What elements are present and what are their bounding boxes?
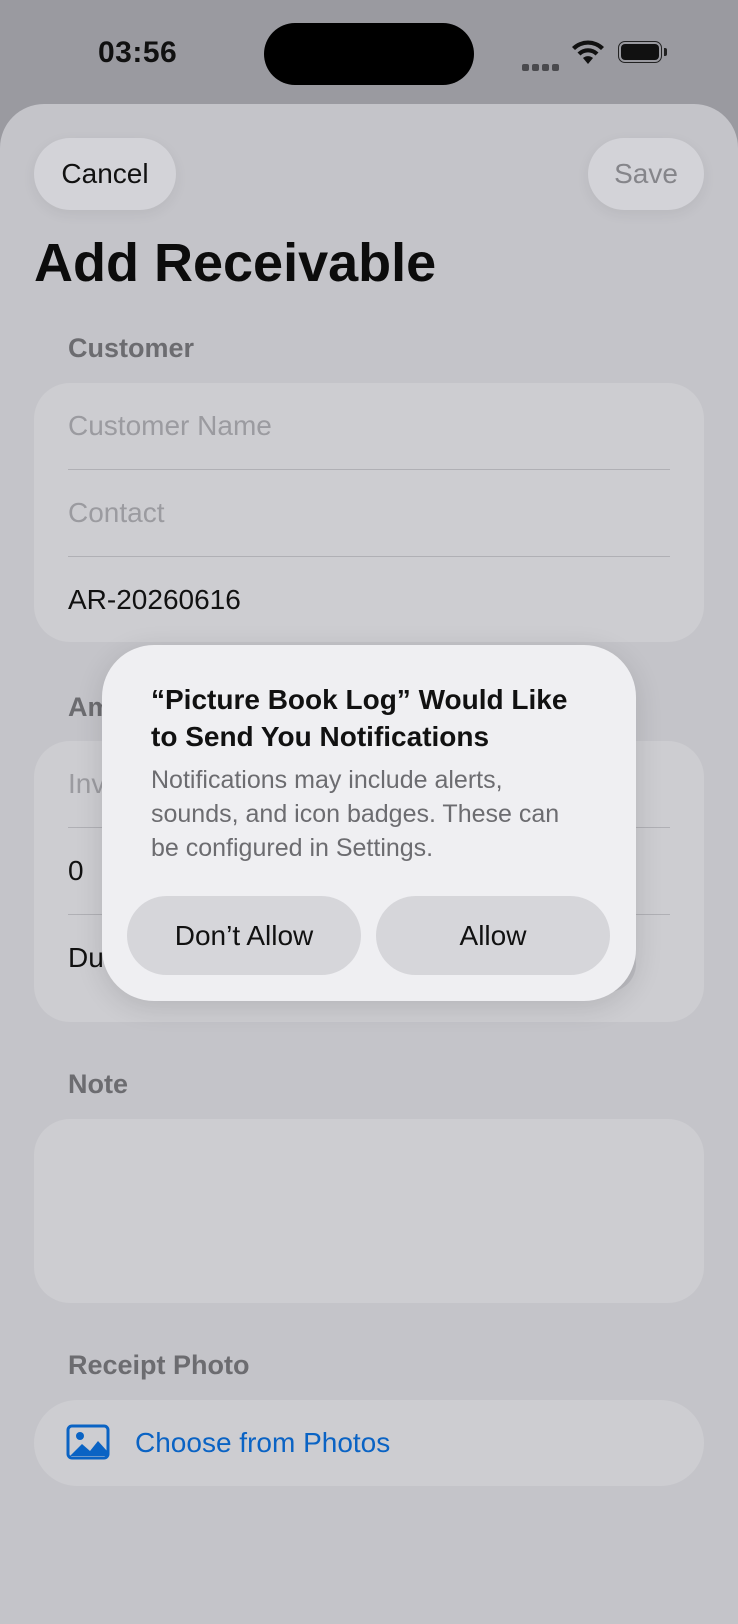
notification-permission-alert: “Picture Book Log” Would Like to Send Yo… xyxy=(102,645,636,1001)
wifi-icon xyxy=(572,40,604,64)
photo-icon xyxy=(66,1424,110,1460)
customer-name-field[interactable]: Customer Name xyxy=(68,383,670,470)
reference-field[interactable]: AR-20260616 xyxy=(68,557,670,643)
battery-icon xyxy=(618,41,668,65)
note-section-header: Note xyxy=(68,1069,128,1099)
alert-message: Notifications may include alerts, sounds… xyxy=(151,766,560,862)
note-field[interactable] xyxy=(34,1119,704,1303)
alert-title: “Picture Book Log” Would Like to Send Yo… xyxy=(151,684,568,752)
dynamic-island xyxy=(264,23,474,85)
save-button[interactable]: Save xyxy=(588,138,704,210)
status-bar: 03:56 xyxy=(0,0,738,104)
contact-field[interactable]: Contact xyxy=(68,470,670,557)
due-date-label: Du xyxy=(68,942,104,973)
dont-allow-button[interactable]: Don’t Allow xyxy=(127,896,361,975)
cancel-button[interactable]: Cancel xyxy=(34,138,176,210)
page-title: Add Receivable xyxy=(34,233,437,293)
customer-section-header: Customer xyxy=(68,333,195,363)
customer-group: Customer Name Contact AR-20260616 xyxy=(34,383,704,642)
choose-from-photos-button[interactable]: Choose from Photos xyxy=(34,1400,704,1486)
receipt-section-header: Receipt Photo xyxy=(68,1350,250,1380)
choose-from-photos-label: Choose from Photos xyxy=(135,1427,391,1458)
status-time: 03:56 xyxy=(98,36,178,69)
allow-button[interactable]: Allow xyxy=(376,896,610,975)
cellular-signal-icon xyxy=(522,58,562,71)
